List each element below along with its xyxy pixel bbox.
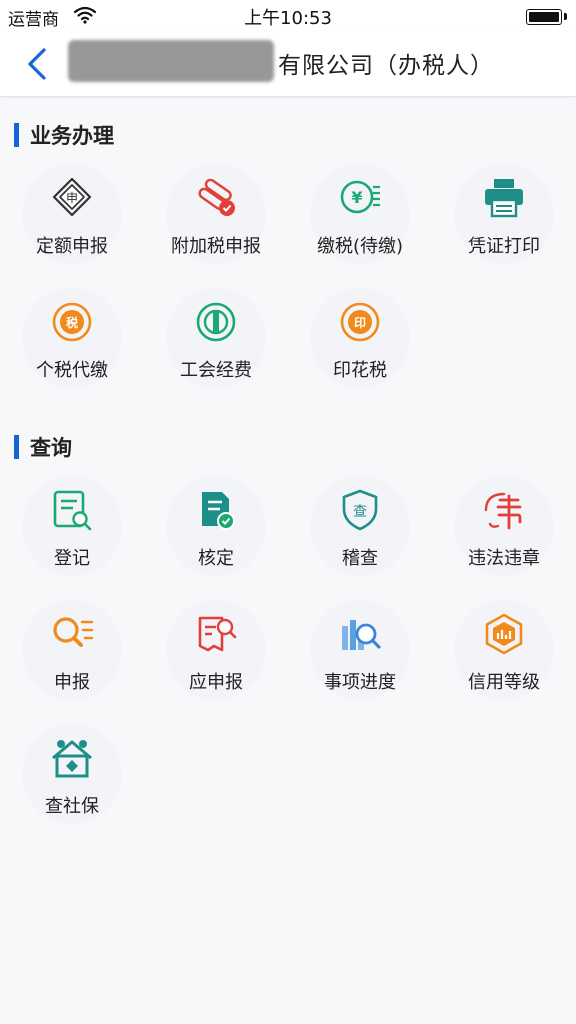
item-label: 信用等级 xyxy=(468,672,540,693)
page-title: 有限公司（办税人） xyxy=(278,53,494,79)
navigation-bar: 有限公司（办税人） xyxy=(0,32,576,97)
business-item[interactable]: 税 个税代缴 xyxy=(0,288,144,418)
svg-text:申: 申 xyxy=(66,191,78,205)
clock: 上午10:53 xyxy=(244,8,332,29)
item-label: 事项进度 xyxy=(324,672,396,693)
printer-icon xyxy=(485,179,523,218)
union-fee-icon xyxy=(196,302,236,342)
inspection-shield-icon: 查 xyxy=(342,489,378,531)
status-bar: 运营商 上午10:53 xyxy=(0,0,576,32)
item-label: 登记 xyxy=(54,548,90,569)
back-arrow-icon[interactable] xyxy=(20,42,56,86)
battery-tip xyxy=(564,13,567,20)
declaration-search-icon xyxy=(53,617,94,647)
item-label: 个税代缴 xyxy=(36,360,108,381)
item-label: 定额申报 xyxy=(36,236,108,257)
battery-icon xyxy=(526,9,562,25)
query-item[interactable]: 应申报 xyxy=(144,600,288,730)
social-security-icon xyxy=(52,740,92,778)
section-accent-bar xyxy=(14,435,19,459)
item-label: 缴税(待缴) xyxy=(316,236,404,257)
business-item[interactable]: 印 印花税 xyxy=(288,288,432,418)
verified-document-icon xyxy=(202,492,235,530)
item-label: 印花税 xyxy=(333,360,387,381)
tax-payment-icon: ¥ xyxy=(340,180,380,214)
violation-icon xyxy=(484,492,522,530)
section-title-query: 查询 xyxy=(14,432,214,460)
item-label: 申报 xyxy=(54,672,90,693)
query-item[interactable]: 信用等级 xyxy=(432,600,576,730)
section-title-business: 业务办理 xyxy=(14,120,214,148)
query-item[interactable]: 申报 xyxy=(0,600,144,730)
query-item[interactable]: 查社保 xyxy=(0,724,144,854)
progress-chart-icon xyxy=(342,620,381,650)
item-label: 核定 xyxy=(198,548,234,569)
redacted-company-name xyxy=(68,40,274,82)
item-label: 应申报 xyxy=(189,672,243,693)
item-label: 违法违章 xyxy=(468,548,540,569)
query-item[interactable]: 核定 xyxy=(144,476,288,606)
query-item[interactable]: 登记 xyxy=(0,476,144,606)
svg-text:查: 查 xyxy=(353,504,367,520)
item-label: 附加税申报 xyxy=(171,236,261,257)
svg-text:税: 税 xyxy=(66,315,78,330)
business-item[interactable]: 工会经费 xyxy=(144,288,288,418)
declaration-icon: 申 xyxy=(52,177,92,217)
svg-text:印: 印 xyxy=(354,316,366,330)
svg-text:¥: ¥ xyxy=(351,188,362,207)
query-item[interactable]: 违法违章 xyxy=(432,476,576,606)
pending-declaration-icon xyxy=(198,616,237,652)
query-item[interactable]: 事项进度 xyxy=(288,600,432,730)
business-item[interactable]: 附加税申报 xyxy=(144,164,288,294)
section-accent-bar xyxy=(14,123,19,147)
item-label: 工会经费 xyxy=(180,360,252,381)
business-item[interactable]: 申 定额申报 xyxy=(0,164,144,294)
surtax-icon xyxy=(198,178,235,216)
stamp-tax-icon: 印 xyxy=(340,302,380,342)
personal-tax-icon: 税 xyxy=(52,302,92,342)
credit-rating-icon xyxy=(485,613,523,655)
item-label: 稽查 xyxy=(342,548,378,569)
registration-search-icon xyxy=(53,490,92,531)
item-label: 凭证打印 xyxy=(468,236,540,257)
business-item[interactable]: ¥ 缴税(待缴) xyxy=(288,164,432,294)
query-item[interactable]: 查 稽查 xyxy=(288,476,432,606)
business-item[interactable]: 凭证打印 xyxy=(432,164,576,294)
item-label: 查社保 xyxy=(45,796,99,817)
